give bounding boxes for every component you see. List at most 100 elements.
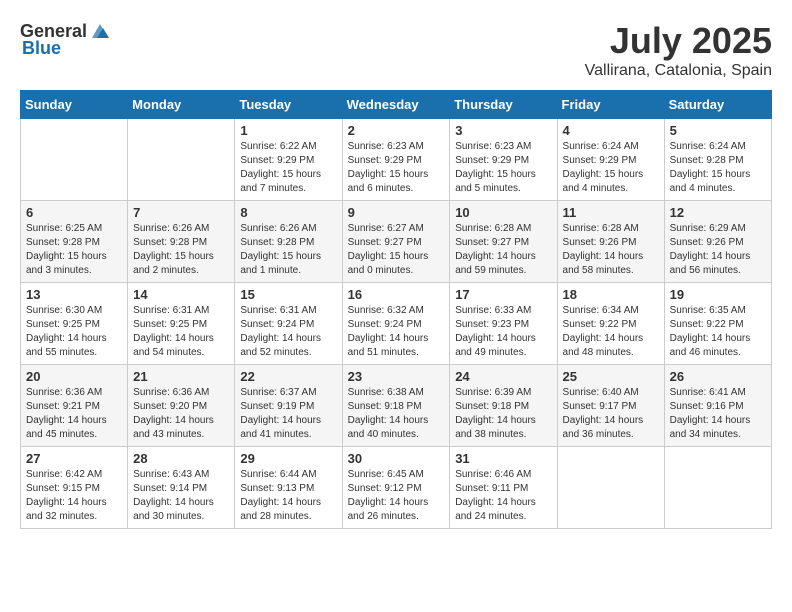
day-detail: Sunrise: 6:39 AMSunset: 9:18 PMDaylight:… — [455, 386, 551, 442]
weekday-header-tuesday: Tuesday — [235, 91, 342, 119]
calendar-cell: 7 Sunrise: 6:26 AMSunset: 9:28 PMDaylight… — [128, 201, 235, 283]
month-title: July 2025 — [585, 20, 772, 62]
calendar-cell: 10 Sunrise: 6:28 AMSunset: 9:27 PMDayligh… — [450, 201, 557, 283]
day-number: 24 — [455, 369, 551, 384]
calendar-cell: 26Sunrise: 6:41 AMSunset: 9:16 PMDayligh… — [664, 365, 771, 447]
day-number: 12 — [670, 205, 766, 220]
week-row-1: 1 Sunrise: 6:22 AMSunset: 9:29 PMDaylight… — [21, 119, 772, 201]
day-number: 11 — [563, 205, 659, 220]
day-number: 1 — [240, 123, 336, 138]
calendar-cell: 23Sunrise: 6:38 AMSunset: 9:18 PMDayligh… — [342, 365, 450, 447]
logo: General Blue — [20, 20, 111, 59]
calendar-cell: 24 Sunrise: 6:39 AMSunset: 9:18 PMDayligh… — [450, 365, 557, 447]
day-detail: Sunrise: 6:28 AMSunset: 9:27 PMDaylight:… — [455, 222, 551, 278]
calendar-cell: 8Sunrise: 6:26 AMSunset: 9:28 PMDaylight… — [235, 201, 342, 283]
weekday-header-saturday: Saturday — [664, 91, 771, 119]
day-number: 20 — [26, 369, 122, 384]
calendar-cell: 21Sunrise: 6:36 AMSunset: 9:20 PMDayligh… — [128, 365, 235, 447]
day-number: 6 — [26, 205, 122, 220]
calendar-cell: 29 Sunrise: 6:44 AMSunset: 9:13 PMDayligh… — [235, 447, 342, 529]
weekday-header-sunday: Sunday — [21, 91, 128, 119]
day-detail: Sunrise: 6:46 AMSunset: 9:11 PMDaylight:… — [455, 468, 551, 524]
day-number: 10 — [455, 205, 551, 220]
day-detail: Sunrise: 6:23 AMSunset: 9:29 PMDaylight:… — [455, 140, 551, 196]
calendar-cell: 2Sunrise: 6:23 AMSunset: 9:29 PMDaylight… — [342, 119, 450, 201]
calendar-cell: 28Sunrise: 6:43 AMSunset: 9:14 PMDayligh… — [128, 447, 235, 529]
day-number: 15 — [240, 287, 336, 302]
page-header: General Blue July 2025 Vallirana, Catalo… — [20, 20, 772, 80]
week-row-4: 20 Sunrise: 6:36 AMSunset: 9:21 PMDayligh… — [21, 365, 772, 447]
calendar-body: 1 Sunrise: 6:22 AMSunset: 9:29 PMDaylight… — [21, 119, 772, 529]
day-detail: Sunrise: 6:28 AMSunset: 9:26 PMDaylight:… — [563, 222, 659, 278]
calendar-cell: 18 Sunrise: 6:34 AMSunset: 9:22 PMDayligh… — [557, 283, 664, 365]
day-number: 16 — [348, 287, 445, 302]
location-title: Vallirana, Catalonia, Spain — [585, 62, 772, 80]
calendar-cell: 20 Sunrise: 6:36 AMSunset: 9:21 PMDayligh… — [21, 365, 128, 447]
day-number: 29 — [240, 451, 336, 466]
calendar-cell: 19 Sunrise: 6:35 AMSunset: 9:22 PMDayligh… — [664, 283, 771, 365]
calendar-cell: 25Sunrise: 6:40 AMSunset: 9:17 PMDayligh… — [557, 365, 664, 447]
calendar-cell: 4 Sunrise: 6:24 AMSunset: 9:29 PMDaylight… — [557, 119, 664, 201]
day-number: 14 — [133, 287, 229, 302]
calendar-cell: 17 Sunrise: 6:33 AMSunset: 9:23 PMDayligh… — [450, 283, 557, 365]
day-detail: Sunrise: 6:26 AMSunset: 9:28 PMDaylight:… — [133, 222, 229, 278]
calendar-cell: 14 Sunrise: 6:31 AMSunset: 9:25 PMDayligh… — [128, 283, 235, 365]
day-number: 13 — [26, 287, 122, 302]
day-number: 7 — [133, 205, 229, 220]
day-detail: Sunrise: 6:42 AMSunset: 9:15 PMDaylight:… — [26, 468, 122, 524]
day-detail: Sunrise: 6:38 AMSunset: 9:18 PMDaylight:… — [348, 386, 445, 442]
calendar-cell: 1 Sunrise: 6:22 AMSunset: 9:29 PMDaylight… — [235, 119, 342, 201]
weekday-header-friday: Friday — [557, 91, 664, 119]
calendar-cell — [128, 119, 235, 201]
day-detail: Sunrise: 6:30 AMSunset: 9:25 PMDaylight:… — [26, 304, 122, 360]
day-detail: Sunrise: 6:29 AMSunset: 9:26 PMDaylight:… — [670, 222, 766, 278]
day-number: 3 — [455, 123, 551, 138]
day-number: 27 — [26, 451, 122, 466]
day-detail: Sunrise: 6:36 AMSunset: 9:21 PMDaylight:… — [26, 386, 122, 442]
day-detail: Sunrise: 6:31 AMSunset: 9:24 PMDaylight:… — [240, 304, 336, 360]
day-detail: Sunrise: 6:25 AMSunset: 9:28 PMDaylight:… — [26, 222, 122, 278]
day-number: 5 — [670, 123, 766, 138]
title-block: July 2025 Vallirana, Catalonia, Spain — [585, 20, 772, 80]
calendar-header: SundayMondayTuesdayWednesdayThursdayFrid… — [21, 91, 772, 119]
weekday-header-monday: Monday — [128, 91, 235, 119]
day-number: 28 — [133, 451, 229, 466]
day-detail: Sunrise: 6:33 AMSunset: 9:23 PMDaylight:… — [455, 304, 551, 360]
day-number: 8 — [240, 205, 336, 220]
day-number: 2 — [348, 123, 445, 138]
calendar-table: SundayMondayTuesdayWednesdayThursdayFrid… — [20, 90, 772, 529]
day-number: 22 — [240, 369, 336, 384]
logo-blue: Blue — [22, 38, 61, 59]
calendar-cell: 22Sunrise: 6:37 AMSunset: 9:19 PMDayligh… — [235, 365, 342, 447]
calendar-cell — [557, 447, 664, 529]
week-row-5: 27 Sunrise: 6:42 AMSunset: 9:15 PMDayligh… — [21, 447, 772, 529]
calendar-cell: 9 Sunrise: 6:27 AMSunset: 9:27 PMDaylight… — [342, 201, 450, 283]
day-detail: Sunrise: 6:36 AMSunset: 9:20 PMDaylight:… — [133, 386, 229, 442]
calendar-cell: 31Sunrise: 6:46 AMSunset: 9:11 PMDayligh… — [450, 447, 557, 529]
day-number: 4 — [563, 123, 659, 138]
calendar-cell: 3 Sunrise: 6:23 AMSunset: 9:29 PMDaylight… — [450, 119, 557, 201]
day-detail: Sunrise: 6:31 AMSunset: 9:25 PMDaylight:… — [133, 304, 229, 360]
day-number: 9 — [348, 205, 445, 220]
day-detail: Sunrise: 6:27 AMSunset: 9:27 PMDaylight:… — [348, 222, 445, 278]
weekday-header-wednesday: Wednesday — [342, 91, 450, 119]
day-detail: Sunrise: 6:44 AMSunset: 9:13 PMDaylight:… — [240, 468, 336, 524]
calendar-cell: 15 Sunrise: 6:31 AMSunset: 9:24 PMDayligh… — [235, 283, 342, 365]
day-detail: Sunrise: 6:34 AMSunset: 9:22 PMDaylight:… — [563, 304, 659, 360]
calendar-cell — [664, 447, 771, 529]
calendar-cell: 13 Sunrise: 6:30 AMSunset: 9:25 PMDayligh… — [21, 283, 128, 365]
day-detail: Sunrise: 6:22 AMSunset: 9:29 PMDaylight:… — [240, 140, 336, 196]
day-number: 17 — [455, 287, 551, 302]
calendar-cell: 11 Sunrise: 6:28 AMSunset: 9:26 PMDayligh… — [557, 201, 664, 283]
day-detail: Sunrise: 6:24 AMSunset: 9:28 PMDaylight:… — [670, 140, 766, 196]
calendar-cell: 30Sunrise: 6:45 AMSunset: 9:12 PMDayligh… — [342, 447, 450, 529]
day-detail: Sunrise: 6:24 AMSunset: 9:29 PMDaylight:… — [563, 140, 659, 196]
weekday-row: SundayMondayTuesdayWednesdayThursdayFrid… — [21, 91, 772, 119]
day-detail: Sunrise: 6:41 AMSunset: 9:16 PMDaylight:… — [670, 386, 766, 442]
week-row-3: 13 Sunrise: 6:30 AMSunset: 9:25 PMDayligh… — [21, 283, 772, 365]
day-number: 19 — [670, 287, 766, 302]
day-number: 18 — [563, 287, 659, 302]
calendar-cell — [21, 119, 128, 201]
day-detail: Sunrise: 6:35 AMSunset: 9:22 PMDaylight:… — [670, 304, 766, 360]
weekday-header-thursday: Thursday — [450, 91, 557, 119]
